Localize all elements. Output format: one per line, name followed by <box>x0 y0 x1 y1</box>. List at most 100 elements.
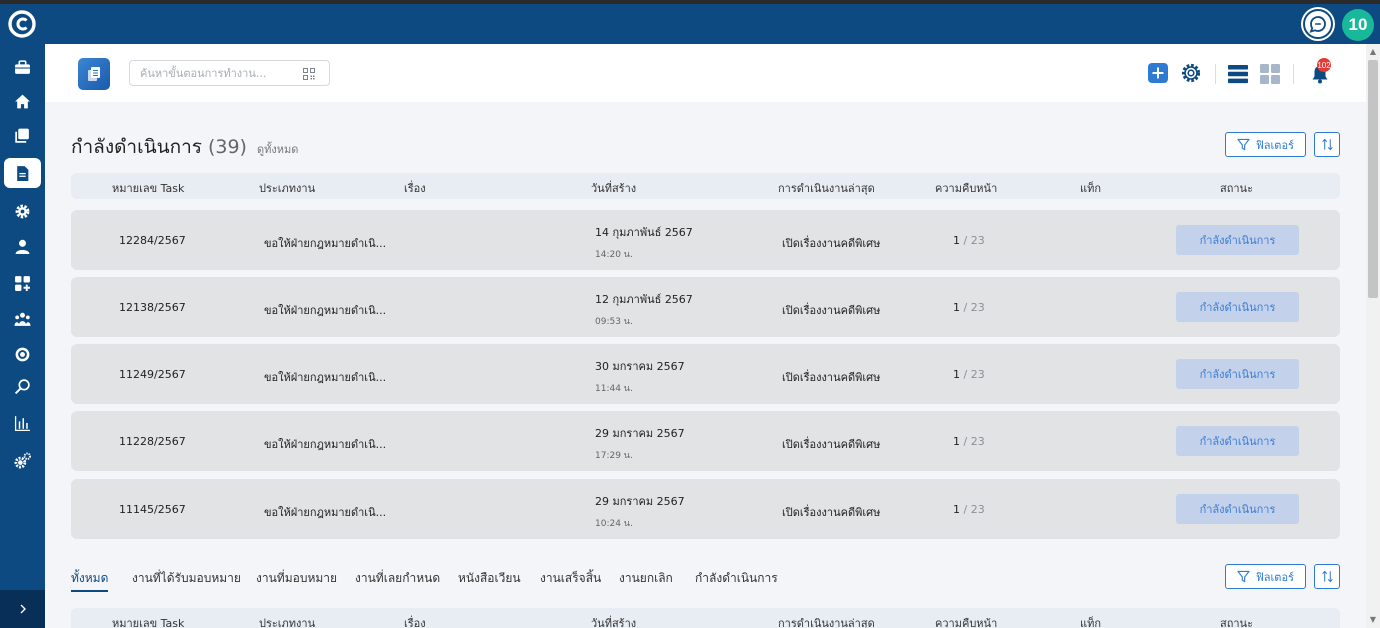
scroll-up-icon[interactable]: ▲ <box>1369 48 1377 56</box>
table-row[interactable]: 11249/2567 ขอให้ฝ่ายกฎหมายดำเนิ... 30 มก… <box>71 344 1340 404</box>
list-view-button[interactable] <box>1228 64 1248 84</box>
page-scrollbar[interactable]: ▲ ▼ <box>1366 44 1380 628</box>
section-title: กำลังดำเนินการ (39) ดูทั้งหมด <box>71 132 298 162</box>
section-count: (39) <box>207 136 247 158</box>
search-input[interactable] <box>140 61 300 85</box>
logo-c-icon[interactable] <box>8 10 36 38</box>
qr-code-icon[interactable] <box>303 68 315 80</box>
grid-view-icon <box>1260 64 1280 84</box>
col-latest-action[interactable]: การดำเนินงานล่าสุด <box>778 179 875 197</box>
tab-circular[interactable]: หนังสือเวียน <box>458 569 521 588</box>
col-progress[interactable]: ความคืบหน้า <box>935 179 997 197</box>
scroll-down-icon[interactable]: ▼ <box>1369 616 1377 624</box>
col-type[interactable]: ประเภทงาน <box>259 179 315 197</box>
sort-icon <box>1321 570 1333 583</box>
col-subject[interactable]: เรื่อง <box>404 179 426 197</box>
copy-icon <box>15 128 29 143</box>
search-icon <box>14 378 30 394</box>
settings-button[interactable] <box>1180 62 1202 84</box>
status-badge[interactable]: กำลังดำเนินการ <box>1176 426 1299 456</box>
tab-assigned-to-me[interactable]: งานที่ได้รับมอบหมาย <box>132 569 241 588</box>
chevron-right-icon <box>20 604 26 614</box>
col-tag[interactable]: แท็ก <box>1080 614 1101 628</box>
filter-button-label: ฟิลเตอร์ <box>1256 138 1294 152</box>
row-task-no: 12138/2567 <box>119 301 186 314</box>
col-status[interactable]: สถานะ <box>1220 179 1253 197</box>
row-latest-action: เปิดเรื่องงานคดีพิเศษ <box>782 237 881 250</box>
row-date: 29 มกราคม 2567 <box>595 427 685 440</box>
view-all-link[interactable]: ดูทั้งหมด <box>257 140 298 158</box>
settings-gear-icon <box>15 204 30 218</box>
row-date: 29 มกราคม 2567 <box>595 495 685 508</box>
tab-all[interactable]: ทั้งหมด <box>71 569 108 588</box>
user-avatar[interactable]: 10 <box>1342 9 1374 41</box>
row-progress: 1 / 23 <box>953 368 985 381</box>
tab-cancelled[interactable]: งานยกเลิก <box>619 569 673 588</box>
tab-overdue[interactable]: งานที่เลยกำหนด <box>355 569 440 588</box>
row-latest-action: เปิดเรื่องงานคดีพิเศษ <box>782 304 881 317</box>
row-progress: 1 / 23 <box>953 435 985 448</box>
progress-total: / 23 <box>963 503 985 516</box>
progress-done: 1 <box>953 301 960 314</box>
tab-assigned-by-me[interactable]: งานที่มอบหมาย <box>256 569 337 588</box>
col-latest-action[interactable]: การดำเนินงานล่าสุด <box>778 614 875 628</box>
sort-button[interactable] <box>1314 132 1340 157</box>
col-task-no[interactable]: หมายเลข Task <box>112 179 184 197</box>
sidebar-item-document[interactable] <box>4 158 41 188</box>
table-row[interactable]: 12138/2567 ขอให้ฝ่ายกฎหมายดำเนิ... 12 กุ… <box>71 277 1340 337</box>
document-icon <box>17 165 29 181</box>
col-progress[interactable]: ความคืบหน้า <box>935 614 997 628</box>
sort-button-2[interactable] <box>1314 564 1340 589</box>
table-row[interactable]: 11145/2567 ขอให้ฝ่ายกฎหมายดำเนิ... 29 มก… <box>71 479 1340 539</box>
row-task-no: 11249/2567 <box>119 368 186 381</box>
table-row[interactable]: 12284/2567 ขอให้ฝ่ายกฎหมายดำเนิ... 14 กุ… <box>71 210 1340 270</box>
sidebar-item-briefcase[interactable] <box>4 52 41 82</box>
app-icon[interactable] <box>78 58 110 90</box>
row-latest-action: เปิดเรื่องงานคดีพิเศษ <box>782 371 881 384</box>
plus-square-icon <box>1148 63 1168 83</box>
filter-button[interactable]: ฟิลเตอร์ <box>1225 132 1306 157</box>
tab-in-progress[interactable]: กำลังดำเนินการ <box>695 569 778 588</box>
sidebar-item-settings[interactable] <box>4 196 41 226</box>
document-copy-icon <box>88 67 100 81</box>
sidebar-item-settings-2[interactable] <box>4 339 41 369</box>
status-badge[interactable]: กำลังดำเนินการ <box>1176 359 1299 389</box>
sidebar-item-gears[interactable] <box>4 445 41 475</box>
add-button[interactable] <box>1148 63 1168 83</box>
section-title-text: กำลังดำเนินการ <box>71 136 202 158</box>
sidebar-item-copy[interactable] <box>4 120 41 150</box>
sidebar-item-search[interactable] <box>4 371 41 401</box>
sidebar-item-team[interactable] <box>4 304 41 334</box>
row-progress: 1 / 23 <box>953 503 985 516</box>
col-type[interactable]: ประเภทงาน <box>259 614 315 628</box>
col-created[interactable]: วันที่สร้าง <box>591 179 636 197</box>
list-view-icon <box>1228 65 1248 84</box>
scroll-thumb[interactable] <box>1368 60 1378 298</box>
sidebar-expand-button[interactable] <box>0 590 45 628</box>
briefcase-icon <box>15 59 30 74</box>
status-badge[interactable]: กำลังดำเนินการ <box>1176 494 1299 524</box>
chat-button[interactable] <box>1303 9 1333 39</box>
col-task-no[interactable]: หมายเลข Task <box>112 614 184 628</box>
page-header: 102 <box>45 44 1366 102</box>
sidebar-item-apps[interactable] <box>4 268 41 298</box>
sidebar-item-report[interactable] <box>4 408 41 438</box>
row-latest-action: เปิดเรื่องงานคดีพิเศษ <box>782 506 881 519</box>
grid-view-button[interactable] <box>1260 64 1280 84</box>
filter-button-2[interactable]: ฟิลเตอร์ <box>1225 564 1306 589</box>
tab-completed[interactable]: งานเสร็จสิ้น <box>540 569 601 588</box>
col-status[interactable]: สถานะ <box>1220 614 1253 628</box>
table-row[interactable]: 11228/2567 ขอให้ฝ่ายกฎหมายดำเนิ... 29 มก… <box>71 411 1340 471</box>
sidebar-item-user[interactable] <box>4 231 41 261</box>
sidebar-item-home[interactable] <box>4 86 41 116</box>
row-time: 10:24 น. <box>595 519 633 529</box>
col-subject[interactable]: เรื่อง <box>404 614 426 628</box>
status-badge[interactable]: กำลังดำเนินการ <box>1176 292 1299 322</box>
row-time: 17:29 น. <box>595 451 633 461</box>
row-latest-action: เปิดเรื่องงานคดีพิเศษ <box>782 438 881 451</box>
row-time: 11:44 น. <box>595 384 633 394</box>
header-separator-2 <box>1293 64 1294 84</box>
col-created[interactable]: วันที่สร้าง <box>591 614 636 628</box>
status-badge[interactable]: กำลังดำเนินการ <box>1176 225 1299 255</box>
col-tag[interactable]: แท็ก <box>1080 179 1101 197</box>
